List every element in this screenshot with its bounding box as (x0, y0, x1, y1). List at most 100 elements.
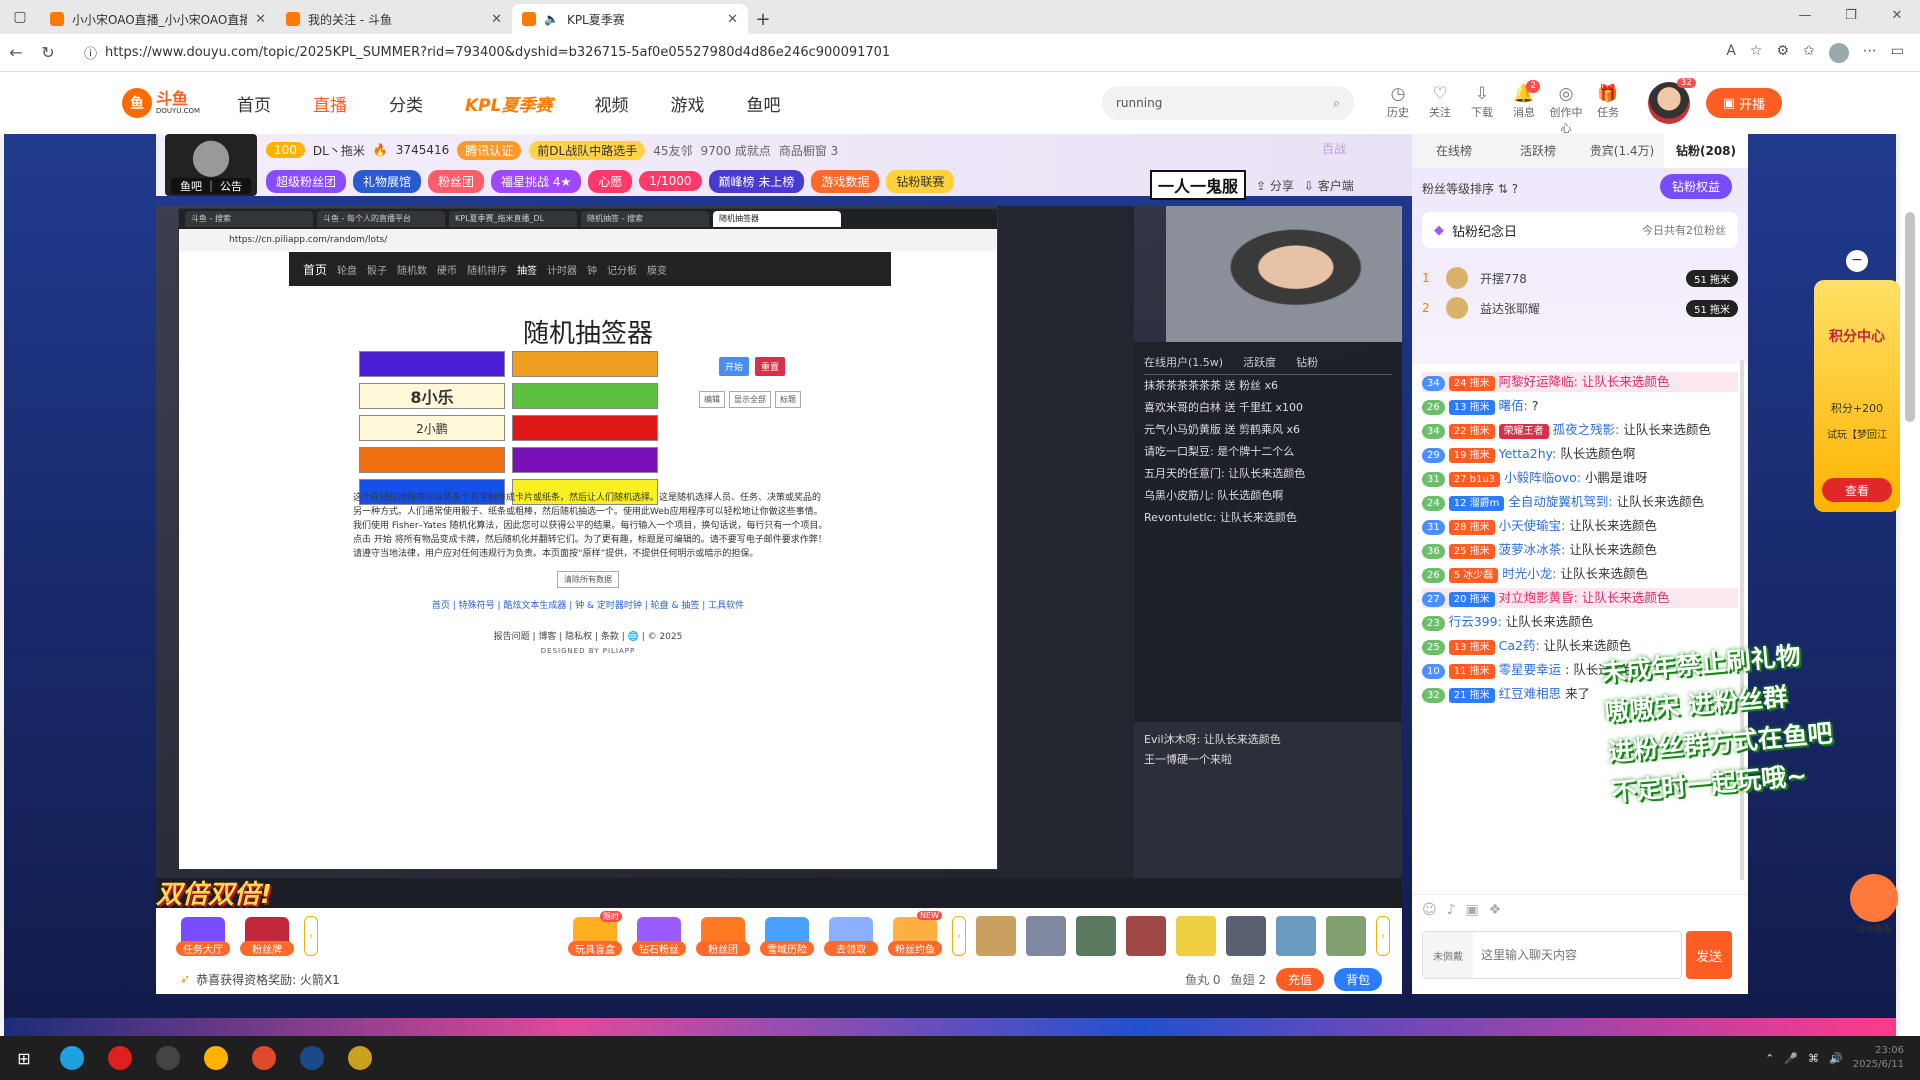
rank-row[interactable]: 1 开摆778 51 拖米 (1422, 264, 1738, 292)
page-scroll-thumb[interactable] (1905, 212, 1915, 422)
video-player[interactable]: 斗鱼 - 搜索 斗鱼 - 每个人的直播平台 KPL夏季赛_拖米直播_DL 随机抽… (156, 206, 1402, 908)
nav-kpl[interactable]: KPL夏季赛 (444, 91, 573, 116)
profile-avatar[interactable] (1828, 42, 1849, 63)
start-icon[interactable]: ⊞ (0, 1036, 48, 1080)
task-button[interactable]: 🎁 任务 (1590, 84, 1626, 136)
points-center-widget[interactable]: 积分中心 积分+200 试玩【梦回江 查看 (1814, 280, 1900, 512)
taskbar-app[interactable] (144, 1036, 192, 1080)
gift-icon[interactable]: ❖ (1489, 902, 1502, 918)
clock[interactable]: 23:06 2025/6/11 (1853, 1044, 1904, 1072)
close-tab-icon[interactable]: ✕ (727, 12, 738, 27)
browser-tab-active[interactable]: 🔈 KPL夏季赛 ✕ (512, 4, 748, 34)
chat-message[interactable]: 34 24 拖米 阿黎好运降临: 让队长来选颜色 (1422, 372, 1738, 392)
recharge-button[interactable]: 充值 (1275, 967, 1324, 991)
nav-game[interactable]: 游戏 (649, 91, 725, 116)
gift-entry[interactable]: 粉丝牌 (240, 916, 294, 956)
gift-thumbnail[interactable] (1076, 916, 1116, 956)
badge-status[interactable]: 未佩戴 (1423, 932, 1473, 978)
client-button[interactable]: ⇩ 客户端 (1304, 177, 1354, 194)
send-button[interactable]: 发送 (1686, 931, 1732, 979)
url-field[interactable]: ⓘ https://www.douyu.com/topic/2025KPL_SU… (74, 39, 1726, 67)
chat-username[interactable]: 小天使瑜宝: (1499, 518, 1566, 533)
goods-showcase[interactable]: 商品橱窗 3 (779, 142, 838, 159)
chat-message[interactable]: 36 25 拖米 菠萝冰冰茶: 让队长来选颜色 (1422, 540, 1738, 560)
gift-entry[interactable]: NEW 粉丝约鱼 (888, 910, 942, 956)
yuba-announcement-tag[interactable]: 鱼吧 ｜ 公告 (171, 178, 251, 194)
tray-chevron-icon[interactable]: ⌃ (1765, 1052, 1774, 1065)
emoji-icon[interactable]: ☺ (1422, 902, 1437, 918)
gift-thumbnail[interactable] (976, 916, 1016, 956)
chat-scrollbar[interactable] (1740, 360, 1744, 880)
speaker-icon[interactable]: 🔈 (544, 12, 559, 26)
gift-thumbnail[interactable] (1276, 916, 1316, 956)
peak-rank-pill[interactable]: 巅峰榜 未上榜 (708, 169, 805, 193)
fans-count[interactable]: 45友邻 (653, 142, 692, 159)
game-data-pill[interactable]: 游戏数据 (811, 169, 880, 193)
diamond-rights-button[interactable]: 钻粉权益 (1659, 174, 1732, 199)
nav-home[interactable]: 首页 (216, 91, 292, 116)
close-tab-icon[interactable]: ✕ (255, 12, 266, 27)
chat-message[interactable]: 23 行云399: 让队长来选颜色 (1422, 612, 1738, 632)
mic-icon[interactable]: 🎤 (1784, 1052, 1798, 1065)
history-button[interactable]: ◷ 历史 (1380, 84, 1416, 136)
douyu-logo[interactable]: 鱼 斗鱼 DOUYU.COM (122, 83, 202, 123)
site-info-icon[interactable]: ⓘ (84, 43, 97, 62)
window-menu-icon[interactable]: ▢ (0, 0, 40, 34)
close-window-icon[interactable]: ✕ (1874, 0, 1920, 30)
network-icon[interactable]: ⌘ (1808, 1052, 1819, 1065)
chat-username[interactable]: 阿黎好运降临: (1499, 374, 1578, 389)
gift-bar-arrow-icon[interactable]: › (1376, 916, 1390, 956)
event-banner[interactable]: 一人一鬼服 (1150, 170, 1247, 200)
streamer-name[interactable]: DL丶拖米 (313, 142, 365, 159)
tab-active-rank[interactable]: 活跃榜 (1496, 134, 1580, 168)
nav-live[interactable]: 直播 (292, 91, 368, 116)
back-icon[interactable]: ← (0, 43, 32, 62)
search-icon[interactable]: ⌕ (1333, 96, 1340, 111)
chat-username[interactable]: 孤夜之残影: (1553, 422, 1620, 437)
points-view-button[interactable]: 查看 (1822, 478, 1892, 502)
more-menu-icon[interactable]: ⋯ (1863, 43, 1877, 63)
nav-category[interactable]: 分类 (368, 91, 444, 116)
chat-username[interactable]: Ca2药: (1499, 638, 1540, 653)
memorial-card[interactable]: ◆ 钻粉纪念日 今日共有2位粉丝 (1422, 212, 1738, 248)
gift-entry[interactable]: 限时 玩具盲盒 (568, 910, 622, 956)
gift-thumbnail[interactable] (1126, 916, 1166, 956)
gift-hall-pill[interactable]: 礼物展馆 (353, 169, 422, 193)
chat-message[interactable]: 26 5 冰少磊 时光小龙: 让队长来选颜色 (1422, 564, 1738, 584)
nav-video[interactable]: 视频 (573, 91, 649, 116)
taskbar-app[interactable] (192, 1036, 240, 1080)
bag-icon[interactable]: ▣ (1466, 902, 1479, 918)
read-aloud-icon[interactable]: A (1726, 43, 1736, 63)
gift-thumbnail[interactable] (1326, 916, 1366, 956)
chat-message[interactable]: 24 12 溜爵m 全自动旋翼机驾到: 让队长来选颜色 (1422, 492, 1738, 512)
gift-entry[interactable]: 雪域历险 (760, 916, 814, 956)
download-button[interactable]: ⇩ 下载 (1464, 84, 1500, 136)
browser-tab[interactable]: 小小宋OAO直播_小小宋OAO直播 ✕ (40, 4, 276, 34)
taskbar-app[interactable] (96, 1036, 144, 1080)
chat-message[interactable]: 29 19 拖米 Yetta2hy: 队长选颜色啊 (1422, 444, 1738, 464)
user-avatar[interactable]: 32 (1648, 78, 1696, 124)
chat-username[interactable]: 对立炮影黄昏: (1499, 590, 1578, 605)
search-input[interactable] (1116, 96, 1334, 110)
share-button[interactable]: ⇪ 分享 (1256, 177, 1294, 194)
gift-thumbnail[interactable] (1226, 916, 1266, 956)
restore-icon[interactable]: ❐ (1828, 0, 1874, 30)
streamer-avatar[interactable]: 鱼吧 ｜ 公告 (165, 134, 257, 196)
chat-username[interactable]: 小毅阵临ovo: (1504, 470, 1581, 485)
gift-bar-arrow-icon[interactable]: › (304, 916, 318, 956)
tab-diamond-fans[interactable]: 钻粉(208) (1664, 134, 1748, 168)
wish-progress[interactable]: 1/1000 (639, 171, 702, 191)
super-fans-pill[interactable]: 超级粉丝团 (266, 169, 347, 193)
gift-entry[interactable]: 去领取 (824, 916, 878, 956)
diamond-league-pill[interactable]: 钻粉联赛 (886, 169, 955, 193)
tab-vip[interactable]: 贵宾(1.4万) (1580, 134, 1664, 168)
chat-username[interactable]: 全自动旋翼机驾到: (1508, 494, 1612, 509)
page-scrollbar[interactable] (1900, 72, 1920, 1036)
gift-thumbnail[interactable] (1176, 916, 1216, 956)
chat-username[interactable]: 行云399: (1449, 614, 1502, 629)
chat-username[interactable]: Yetta2hy: (1499, 446, 1557, 461)
message-button[interactable]: 2 🔔 消息 (1506, 80, 1542, 136)
creator-center-button[interactable]: ◎ 创作中心 (1548, 84, 1584, 136)
tab-online-rank[interactable]: 在线榜 (1412, 134, 1496, 168)
support-widget[interactable]: 活动客服 (1848, 874, 1900, 936)
